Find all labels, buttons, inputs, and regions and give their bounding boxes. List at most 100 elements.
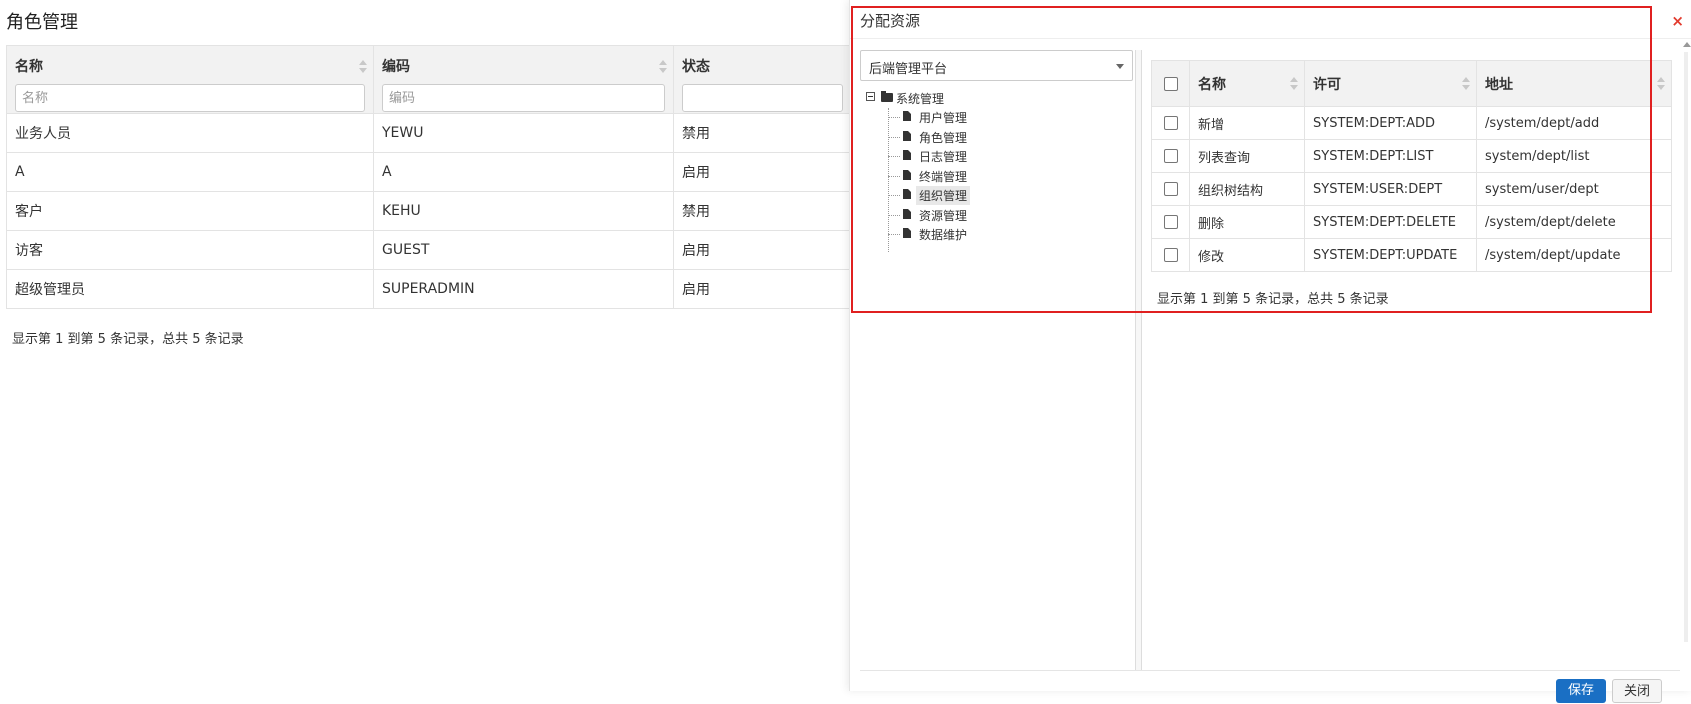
chevron-down-icon (1116, 64, 1124, 69)
row-checkbox-cell (1151, 106, 1190, 140)
column-header-address[interactable]: 地址 (1476, 60, 1672, 107)
select-all-cell (1151, 60, 1190, 107)
resource-address-cell: /system/dept/update (1476, 238, 1672, 272)
resource-pagination-info: 显示第 1 到第 5 条记录，总共 5 条记录 (1157, 292, 1389, 307)
resource-name-cell: 列表查询 (1189, 139, 1305, 173)
role-table: 名称 编码 状态 业务人员 YEWU 禁用 A A 启用 (6, 45, 852, 309)
role-status-cell: 禁用 (673, 113, 852, 153)
role-code-cell: GUEST (373, 230, 674, 270)
resource-permission-cell: SYSTEM:DEPT:DELETE (1304, 205, 1477, 239)
column-header-label: 许可 (1313, 76, 1341, 93)
resource-permission-cell: SYSTEM:DEPT:UPDATE (1304, 238, 1477, 272)
file-icon (903, 208, 911, 219)
sort-icon[interactable] (1290, 77, 1298, 91)
column-header-name[interactable]: 名称 (1189, 60, 1305, 107)
column-header-label: 地址 (1485, 76, 1513, 93)
resource-address-cell: /system/dept/delete (1476, 205, 1672, 239)
sort-icon[interactable] (359, 60, 367, 74)
role-name-cell: 超级管理员 (6, 269, 374, 309)
file-icon (903, 150, 911, 160)
tree-node-label[interactable]: 资源管理 (916, 206, 970, 225)
table-row[interactable]: 列表查询 SYSTEM:DEPT:LIST system/dept/list (1151, 139, 1672, 173)
row-checkbox-cell (1151, 172, 1190, 206)
row-checkbox-cell (1151, 139, 1190, 173)
resource-address-cell: system/user/dept (1476, 172, 1672, 206)
scroll-up-icon[interactable] (1683, 42, 1691, 47)
role-status-cell: 禁用 (673, 191, 852, 231)
select-all-checkbox[interactable] (1163, 76, 1178, 91)
row-checkbox-cell (1151, 205, 1190, 239)
platform-select[interactable]: 后端管理平台 (860, 50, 1133, 81)
close-icon[interactable]: × (1671, 12, 1684, 30)
row-checkbox[interactable] (1163, 248, 1178, 262)
table-row[interactable]: 新增 SYSTEM:DEPT:ADD /system/dept/add (1151, 106, 1672, 140)
name-filter-input[interactable] (15, 84, 365, 112)
resource-permission-cell: SYSTEM:DEPT:ADD (1304, 106, 1477, 140)
tree-node-label[interactable]: 数据维护 (916, 225, 970, 244)
table-row[interactable]: 删除 SYSTEM:DEPT:DELETE /system/dept/delet… (1151, 205, 1672, 239)
resource-address-cell: /system/dept/add (1476, 106, 1672, 140)
modal-title: 分配资源 (860, 12, 921, 30)
resource-address-cell: system/dept/list (1476, 139, 1672, 173)
modal-header: 分配资源 × (850, 0, 1691, 39)
status-filter-input[interactable] (682, 84, 843, 112)
table-row[interactable]: 修改 SYSTEM:DEPT:UPDATE /system/dept/updat… (1151, 238, 1672, 272)
column-header-permission[interactable]: 许可 (1304, 60, 1477, 107)
close-button[interactable]: 关闭 (1612, 679, 1662, 703)
column-header-status[interactable]: 状态 (673, 45, 852, 114)
tree-connector-line (888, 108, 889, 252)
assign-resources-modal: 分配资源 × 后端管理平台 系统管理 用户管理 角色管理 日志管理 终端管理 组… (849, 0, 1691, 703)
column-header-label: 名称 (1198, 76, 1226, 93)
tree-node-label[interactable]: 组织管理 (916, 186, 971, 205)
role-name-cell: A (6, 152, 374, 192)
column-header-code-label: 编码 (382, 59, 410, 75)
sort-icon[interactable] (659, 60, 667, 74)
role-status-cell: 启用 (673, 230, 852, 270)
file-icon (903, 169, 911, 180)
role-name-cell: 业务人员 (6, 113, 374, 153)
save-button[interactable]: 保存 (1556, 679, 1606, 703)
sort-icon[interactable] (1657, 77, 1665, 91)
role-status-cell: 启用 (673, 152, 852, 192)
table-row[interactable]: 业务人员 YEWU 禁用 (6, 113, 852, 153)
tree-node-label[interactable]: 日志管理 (916, 147, 970, 166)
role-code-cell: KEHU (373, 191, 674, 231)
scroll-track[interactable] (1684, 52, 1688, 642)
row-checkbox-cell (1151, 238, 1190, 272)
panel-splitter[interactable] (1135, 50, 1142, 670)
tree-node-label[interactable]: 用户管理 (916, 108, 970, 127)
folder-open-icon (881, 91, 893, 102)
table-row[interactable]: 组织树结构 SYSTEM:USER:DEPT system/user/dept (1151, 172, 1672, 206)
table-row[interactable]: 超级管理员 SUPERADMIN 启用 (6, 269, 852, 309)
role-code-cell: A (373, 152, 674, 192)
role-code-cell: YEWU (373, 113, 674, 153)
collapse-icon[interactable] (866, 92, 875, 101)
table-row[interactable]: A A 启用 (6, 152, 852, 192)
resource-name-cell: 新增 (1189, 106, 1305, 140)
row-checkbox[interactable] (1163, 182, 1178, 196)
column-header-code[interactable]: 编码 (373, 45, 674, 114)
scrollbar[interactable] (1682, 42, 1691, 652)
role-status-cell: 启用 (673, 269, 852, 309)
resource-name-cell: 修改 (1189, 238, 1305, 272)
tree-node-label[interactable]: 系统管理 (896, 90, 944, 107)
role-name-cell: 访客 (6, 230, 374, 270)
role-code-cell: SUPERADMIN (373, 269, 674, 309)
table-row[interactable]: 访客 GUEST 启用 (6, 230, 852, 270)
resource-table: 名称 许可 地址 新增 SYSTEM:DEPT:ADD /system/dept… (1151, 60, 1672, 272)
sort-icon[interactable] (1462, 77, 1470, 91)
row-checkbox[interactable] (1163, 116, 1178, 130)
code-filter-input[interactable] (382, 84, 665, 112)
tree-node-label[interactable]: 终端管理 (916, 167, 970, 186)
table-row[interactable]: 客户 KEHU 禁用 (6, 191, 852, 231)
tree-node-label[interactable]: 角色管理 (916, 128, 970, 147)
pagination-info: 显示第 1 到第 5 条记录，总共 5 条记录 (12, 332, 244, 347)
row-checkbox[interactable] (1163, 215, 1178, 229)
column-header-name[interactable]: 名称 (6, 45, 374, 114)
file-icon (903, 228, 911, 238)
row-checkbox[interactable] (1163, 149, 1178, 163)
platform-select-value: 后端管理平台 (869, 62, 948, 77)
column-header-name-label: 名称 (15, 59, 43, 75)
file-icon (903, 130, 911, 141)
page-title: 角色管理 (6, 12, 78, 33)
